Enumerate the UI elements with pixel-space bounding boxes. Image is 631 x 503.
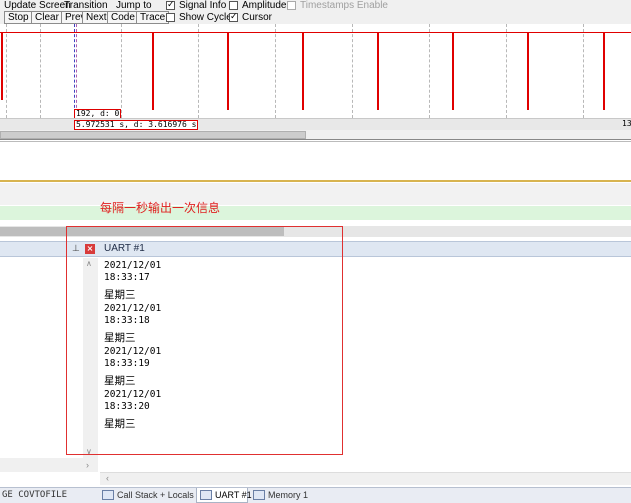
- update-screen-group-label: Update Screen: [4, 0, 71, 11]
- show-cycles-checkbox[interactable]: [166, 13, 175, 22]
- signal-info-label: Signal Info: [179, 0, 227, 11]
- grid-line: [121, 24, 122, 118]
- command-text: GE COVTOFILE: [2, 490, 68, 500]
- signal-pulse: [227, 32, 229, 110]
- tab-call-stack-locals[interactable]: Call Stack + Locals: [99, 488, 196, 503]
- signal-pulse: [527, 32, 529, 110]
- signal-pulse: [377, 32, 379, 110]
- tab-label: Call Stack + Locals: [117, 490, 194, 500]
- serial-window-icon: [200, 490, 212, 500]
- time-readout-bar: 5.972531 s, d: 3.616976 s 13: [0, 118, 631, 130]
- cursor-line[interactable]: [74, 24, 75, 118]
- signal-pulse: [452, 32, 454, 110]
- grid-line: [583, 24, 584, 118]
- signal-pulse: [302, 32, 304, 110]
- timestamps-enable-checkbox[interactable]: [287, 1, 296, 10]
- horizontal-scrollbar[interactable]: [0, 458, 98, 472]
- amplitude-label: Amplitude: [242, 0, 287, 11]
- empty-pane: [0, 141, 631, 161]
- tab-label: Memory 1: [268, 490, 309, 500]
- tab-label: UART #1: [215, 490, 252, 500]
- logic-analyzer-toolbar: Update Screen Transition Jump to Stop Cl…: [0, 0, 631, 24]
- time-readout: 5.972531 s, d: 3.616976 s: [74, 120, 199, 130]
- grid-line: [6, 24, 7, 118]
- grid-line: [198, 24, 199, 118]
- uart-horizontal-scrollbar[interactable]: [100, 472, 631, 485]
- annotation-text: 每隔一秒输出一次信息: [100, 201, 221, 215]
- grid-line: [352, 24, 353, 118]
- grid-line: [429, 24, 430, 118]
- stop-button[interactable]: Stop: [4, 11, 33, 24]
- signal-info-checkbox[interactable]: ✓: [166, 1, 175, 10]
- amplitude-checkbox[interactable]: [229, 1, 238, 10]
- bottom-tab-bar: [0, 487, 631, 503]
- signal-pulse: [1, 32, 3, 100]
- signal-trace: [0, 32, 631, 33]
- grid-line: [506, 24, 507, 118]
- scroll-right-icon[interactable]: ›: [86, 460, 89, 470]
- jump-to-group-label: Jump to: [116, 0, 152, 11]
- cursor-line[interactable]: [76, 24, 77, 118]
- value-readout: 192, d: 0: [74, 109, 122, 118]
- scroll-left-icon[interactable]: ‹: [106, 473, 109, 483]
- annotation-highlight-box: [66, 226, 343, 455]
- timestamps-enable-label: Timestamps Enable: [300, 0, 388, 11]
- clear-button[interactable]: Clear: [31, 11, 63, 24]
- grid-line: [40, 24, 41, 118]
- cursor-checkbox[interactable]: ✓: [229, 13, 238, 22]
- cursor-label: Cursor: [242, 12, 273, 23]
- editor-area: [0, 183, 631, 205]
- signal-pulse: [603, 32, 605, 110]
- transition-group-label: Transition: [64, 0, 108, 11]
- memory-window-icon: [253, 490, 265, 500]
- tab-uart-1[interactable]: UART #1: [196, 488, 252, 503]
- right-time-label: 13: [622, 119, 631, 128]
- signal-pulse: [152, 32, 154, 110]
- grid-line: [275, 24, 276, 118]
- call-stack-icon: [102, 490, 114, 500]
- highlighted-line: [0, 206, 631, 220]
- logic-analyzer-scroll-thumb[interactable]: [0, 131, 306, 139]
- pane-separator[interactable]: [0, 180, 631, 182]
- tab-memory-1[interactable]: Memory 1: [250, 488, 312, 503]
- logic-analyzer-plot[interactable]: 192, d: 0: [0, 24, 631, 118]
- code-button[interactable]: Code: [107, 11, 139, 24]
- trace-button[interactable]: Trace: [136, 11, 170, 24]
